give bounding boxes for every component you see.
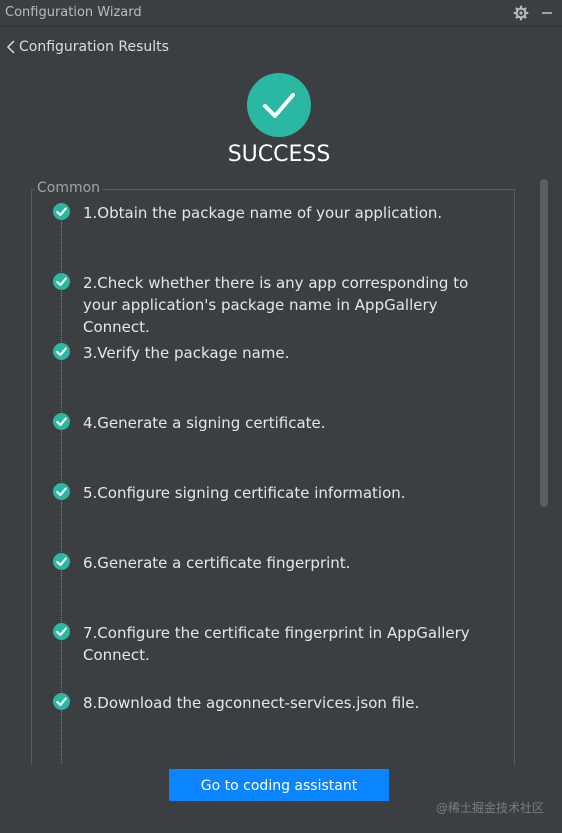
step-7-label: 7.Configure the certificate fingerprint …	[83, 624, 470, 664]
go-to-coding-assistant-button[interactable]: Go to coding assistant	[169, 769, 389, 801]
watermark: @稀土掘金技术社区	[436, 801, 545, 815]
step-5-label: 5.Configure signing certificate informat…	[83, 484, 406, 502]
step-3-label: 3.Verify the package name.	[83, 344, 290, 362]
back-button[interactable]: Configuration Results	[6, 37, 169, 57]
step-4-label: 4.Generate a signing certificate.	[83, 414, 326, 432]
step-check-icon	[53, 693, 70, 710]
step-8-label: 8.Download the agconnect-services.json f…	[83, 694, 420, 712]
back-button-label: Configuration Results	[19, 39, 169, 55]
step-check-icon	[53, 553, 70, 570]
step-check-icon	[53, 273, 70, 290]
step-1-label: 1.Obtain the package name of your applic…	[83, 204, 443, 222]
title-bar: Configuration Wizard	[0, 0, 562, 27]
check-icon	[263, 93, 295, 118]
step-check-icon	[53, 623, 70, 640]
step-check-icon	[53, 413, 70, 430]
status-text: SUCCESS	[227, 142, 331, 167]
window-title: Configuration Wizard	[5, 5, 142, 20]
step-2-label: 2.Check whether there is any app corresp…	[83, 274, 469, 336]
step-6-label: 6.Generate a certificate fingerprint.	[83, 554, 351, 572]
minimize-icon[interactable]	[539, 5, 555, 21]
scrollbar-thumb[interactable]	[540, 179, 548, 507]
chevron-left-icon	[6, 40, 15, 54]
step-check-icon	[53, 343, 70, 360]
success-status-icon	[247, 73, 311, 137]
configuration-wizard-window: Configuration Wizard Configuration Resul…	[0, 0, 562, 833]
step-check-icon	[53, 203, 70, 220]
gear-icon[interactable]	[513, 5, 529, 21]
step-check-icon	[53, 483, 70, 500]
group-legend: Common	[35, 180, 103, 196]
